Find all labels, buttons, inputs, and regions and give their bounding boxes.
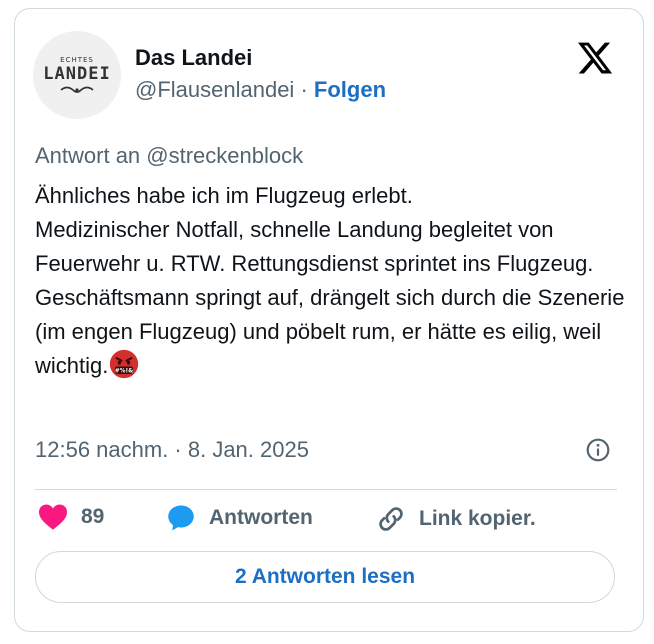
read-replies-button[interactable]: 2 Antworten lesen <box>35 551 615 603</box>
heart-icon <box>39 504 67 530</box>
follow-button[interactable]: Folgen <box>314 77 386 102</box>
separator: · <box>300 77 308 102</box>
reply-label: Antworten <box>209 506 313 529</box>
reply-to-label[interactable]: Antwort an @streckenblock <box>35 143 303 169</box>
tweet-embed-card: ECHTES LANDEI Das Landei @Flausenlandei … <box>14 8 644 632</box>
avatar[interactable]: ECHTES LANDEI <box>33 31 121 119</box>
speech-bubble-icon <box>168 505 194 531</box>
reply-button[interactable]: Antworten <box>165 503 313 533</box>
divider <box>35 489 617 490</box>
link-icon <box>379 507 403 531</box>
like-count: 89 <box>81 505 105 528</box>
avatar-top-text: ECHTES <box>60 55 94 64</box>
x-logo-icon[interactable] <box>575 39 615 77</box>
face-with-symbols-on-mouth-icon: #%!& <box>110 349 139 379</box>
info-icon[interactable] <box>585 437 611 463</box>
avatar-main-text: LANDEI <box>43 63 111 84</box>
author-display-name[interactable]: Das Landei <box>135 45 252 71</box>
copy-link-label: Link kopier. <box>419 507 536 530</box>
author-handle[interactable]: @Flausenlandei <box>135 77 294 102</box>
copy-link-button[interactable]: Link kopier. <box>375 503 536 535</box>
author-handle-row: @Flausenlandei · Folgen <box>135 77 386 103</box>
tweet-text: Ähnliches habe ich im Flugzeug erlebt. M… <box>35 179 625 383</box>
avatar-ornament-icon <box>60 86 94 93</box>
tweet-timestamp[interactable]: 12:56 nachm. · 8. Jan. 2025 <box>35 437 309 463</box>
svg-text:#%!&: #%!& <box>115 369 133 375</box>
like-button[interactable]: 89 <box>37 503 104 531</box>
